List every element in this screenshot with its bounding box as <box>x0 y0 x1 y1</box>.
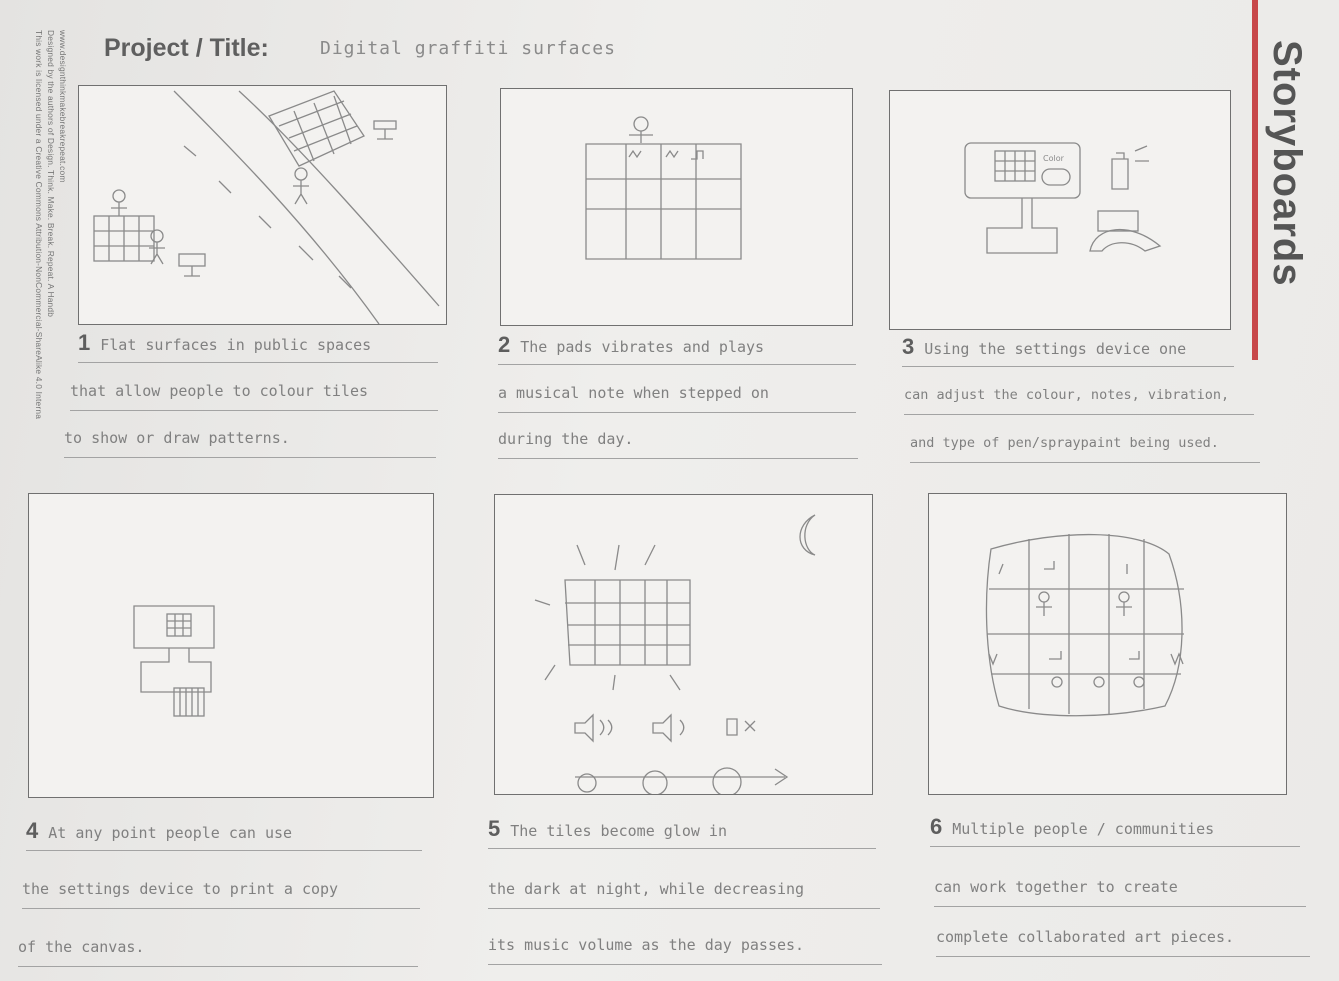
panel-2-frame <box>500 88 853 326</box>
caption-6-line-1: 6 Multiple people / communities <box>930 812 1300 847</box>
panel-5-number: 5 <box>488 816 501 841</box>
panel-1-sketch <box>93 90 440 324</box>
panel-3-number: 3 <box>902 334 915 359</box>
caption-2-line-3: during the day. <box>498 424 858 459</box>
caption-4-line-3: of the canvas. <box>18 932 418 967</box>
caption-2-line-1: 2 The pads vibrates and plays <box>498 330 856 365</box>
accent-bar <box>1252 0 1258 360</box>
caption-4-line-1: 4 At any point people can use <box>26 816 422 851</box>
caption-6-line-3: complete collaborated art pieces. <box>936 922 1310 957</box>
caption-3-line-2: can adjust the colour, notes, vibration, <box>904 380 1254 415</box>
caption-5-line-3: its music volume as the day passes. <box>488 930 882 965</box>
license-line-2: Designed by the authors of Design. Think… <box>46 30 56 318</box>
caption-5-text-1: The tiles become glow in <box>510 822 727 840</box>
panel-2-number: 2 <box>498 332 511 357</box>
caption-5-line-2: the dark at night, while decreasing <box>488 874 880 909</box>
caption-2-text-1: The pads vibrates and plays <box>520 338 765 356</box>
caption-4-text-1: At any point people can use <box>48 824 293 842</box>
color-label: Color <box>1043 154 1065 163</box>
project-title-label: Project / Title: <box>104 34 269 62</box>
caption-3-text-1: Using the settings device one <box>924 340 1187 358</box>
panel-1-number: 1 <box>78 330 91 355</box>
panel-5-frame <box>494 494 873 795</box>
panel-6-number: 6 <box>930 814 943 839</box>
panel-2-sketch <box>585 116 742 260</box>
caption-1-line-1: 1 Flat surfaces in public spaces <box>78 328 438 363</box>
license-line-3: www.designthinkmakebreakrepeat.com <box>58 30 68 183</box>
caption-6-line-2: can work together to create <box>934 872 1306 907</box>
panel-1-frame <box>78 85 447 325</box>
panel-4-sketch <box>133 605 215 717</box>
caption-1-line-3: to show or draw patterns. <box>64 423 436 458</box>
panel-3-frame: Color <box>889 90 1231 330</box>
panel-3-sketch: Color <box>964 142 1162 254</box>
storyboards-heading: Storyboards <box>1248 0 1338 360</box>
caption-6-text-1: Multiple people / communities <box>952 820 1215 838</box>
caption-1-text-1: Flat surfaces in public spaces <box>100 336 372 354</box>
panel-5-sketch <box>534 514 816 794</box>
panel-6-sketch <box>985 533 1184 717</box>
project-title-value: Digital graffiti surfaces <box>320 38 616 59</box>
heading-text: Storyboards <box>1265 40 1309 287</box>
caption-3-line-3: and type of pen/spraypaint being used. <box>910 428 1260 463</box>
caption-1-line-2: that allow people to colour tiles <box>70 376 438 411</box>
panel-6-frame <box>928 493 1287 795</box>
caption-5-line-1: 5 The tiles become glow in <box>488 814 876 849</box>
panel-4-number: 4 <box>26 818 39 843</box>
license-line-1: This work is licensed under a Creative C… <box>34 30 44 420</box>
storyboard-sheet: This work is licensed under a Creative C… <box>0 0 1339 981</box>
panel-4-frame <box>28 493 434 798</box>
caption-3-line-1: 3 Using the settings device one <box>902 332 1234 367</box>
caption-2-line-2: a musical note when stepped on <box>498 378 856 413</box>
caption-4-line-2: the settings device to print a copy <box>22 874 420 909</box>
